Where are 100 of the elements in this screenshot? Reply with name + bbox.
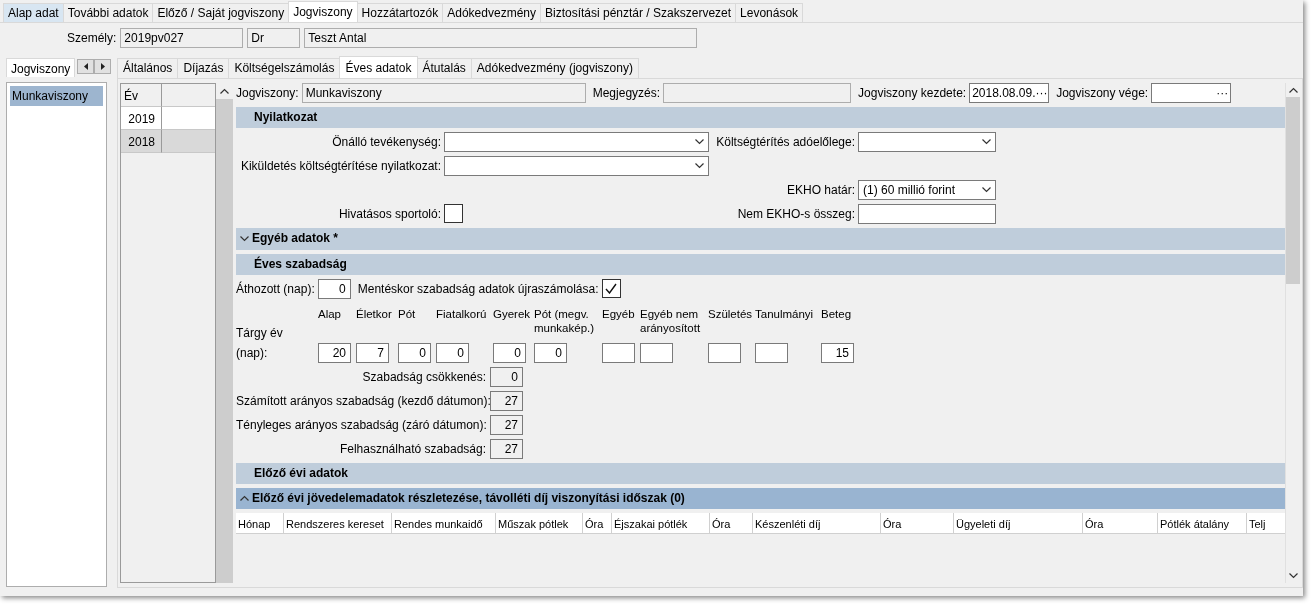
section-header[interactable]: Egyéb adatok * xyxy=(236,228,1285,250)
column-header: Egyéb nem arányosított xyxy=(640,306,702,336)
grid-row[interactable]: 2018 xyxy=(121,130,215,153)
column-header: Tanulmányi xyxy=(755,306,815,322)
grid-row[interactable]: 2019 xyxy=(121,107,215,130)
number-field[interactable]: 0 xyxy=(317,278,351,299)
number-field[interactable]: 0 xyxy=(493,342,526,363)
column-header: Éjszakai pótlék xyxy=(612,513,710,533)
text-field[interactable] xyxy=(858,204,996,224)
tab[interactable]: Adókedvezmény xyxy=(442,3,541,22)
triangle-left-icon xyxy=(83,63,88,70)
field-label: Jogviszony: xyxy=(236,85,299,102)
column-header: Óra xyxy=(583,513,612,533)
tab[interactable]: Éves adatok xyxy=(339,56,418,78)
column-header: Alap xyxy=(318,306,343,322)
chevron-down-icon xyxy=(240,235,249,242)
column-header: Óra xyxy=(1083,513,1158,533)
column-header: Év xyxy=(121,84,162,107)
name-field[interactable]: Teszt Antal xyxy=(304,27,698,48)
column-header: Pótlék átalány xyxy=(1158,513,1247,533)
column-header: Műszak pótlek xyxy=(496,513,583,533)
tab[interactable]: Általános xyxy=(117,58,179,78)
section-header: Éves szabadság xyxy=(236,253,1285,275)
section-header: Nyilatkozat xyxy=(236,107,1285,128)
number-field[interactable] xyxy=(602,342,635,363)
number-field[interactable] xyxy=(640,342,673,363)
column-header: Óra xyxy=(881,513,954,533)
triangle-right-icon xyxy=(100,63,105,70)
number-field[interactable]: 15 xyxy=(821,342,854,363)
scroll-left-button[interactable] xyxy=(77,59,95,74)
tab[interactable]: Alap adat xyxy=(3,3,64,22)
field-label: Tényleges arányos szabadság (záró dátumon): xyxy=(236,416,486,434)
field-label: Jogviszony vége: xyxy=(1056,85,1149,102)
column-header: Pót xyxy=(398,306,417,322)
text-field[interactable]: Munkaviszony xyxy=(301,83,586,103)
field-label: Hivatásos sportoló: xyxy=(337,206,441,223)
tab[interactable]: Jogviszony xyxy=(6,58,76,77)
checkbox[interactable] xyxy=(601,279,621,298)
field-label: Jogviszony kezdete: xyxy=(858,85,967,102)
field-label: Önálló tevékenység: xyxy=(331,134,441,151)
field-label: Szabadság csökkenés: xyxy=(361,368,486,386)
column-header: Hónap xyxy=(236,513,284,533)
number-field: 27 xyxy=(490,414,523,435)
chevron-down-icon xyxy=(695,163,704,169)
column-header: Pót (megv. munkakép.) xyxy=(534,306,596,336)
dropdown[interactable] xyxy=(444,132,709,152)
tab[interactable]: Levonások xyxy=(735,3,804,22)
chevron-up-icon xyxy=(240,495,249,502)
scrollbar-thumb[interactable] xyxy=(1286,97,1300,284)
section-header[interactable]: Előző évi jövedelemadatok részletezése, távolléti díj viszonyítási időszak (0) xyxy=(236,487,1285,509)
field-label: Áthozott (nap): xyxy=(236,280,315,298)
checkmark-icon xyxy=(605,283,617,294)
number-field[interactable] xyxy=(708,342,741,363)
column-header: Óra xyxy=(710,513,753,533)
title-field[interactable]: Dr xyxy=(247,27,301,48)
ellipsis-button[interactable]: ··· xyxy=(1035,85,1048,101)
number-field[interactable]: 0 xyxy=(398,342,431,363)
text-field[interactable] xyxy=(663,83,852,103)
date-field[interactable]: 2018.08.09.··· xyxy=(969,83,1050,103)
number-field[interactable]: 0 xyxy=(436,342,469,363)
tab[interactable]: Adókedvezmény (jogviszony) xyxy=(470,58,639,78)
chevron-up-icon xyxy=(220,88,229,94)
number-field: 27 xyxy=(490,390,523,411)
column-header: Fiatalkorú xyxy=(436,306,488,322)
column-header: Gyerek xyxy=(493,306,532,322)
number-field[interactable]: 0 xyxy=(534,342,567,363)
number-field: 27 xyxy=(490,438,523,459)
column-header: Rendszeres kereset xyxy=(284,513,392,533)
tab[interactable]: Költségelszámolás xyxy=(228,58,341,78)
dropdown-value: (1) 60 millió forint xyxy=(863,182,956,199)
number-field[interactable]: 20 xyxy=(318,342,351,363)
field-label: Megjegyzés: xyxy=(592,85,661,102)
field-label: Költségtérítés adóelőlege: xyxy=(715,134,855,151)
date-value: 2018.08.09. xyxy=(972,85,1036,101)
column-header: Rendes munkaidő xyxy=(392,513,496,533)
checkbox[interactable] xyxy=(444,204,463,223)
number-field[interactable] xyxy=(755,342,788,363)
column-header: Készenléti díj xyxy=(753,513,881,533)
table-cell: 2018 xyxy=(121,130,162,153)
dropdown[interactable]: (1) 60 millió forint xyxy=(858,180,996,200)
ellipsis-button[interactable]: ··· xyxy=(1216,85,1229,101)
tab[interactable]: Előző / Saját jogviszony xyxy=(152,3,290,22)
number-field[interactable]: 7 xyxy=(356,342,389,363)
tab[interactable]: Díjazás xyxy=(177,58,230,78)
code-field[interactable]: 2019pv027 xyxy=(120,27,244,48)
date-field[interactable]: ··· xyxy=(1151,83,1232,103)
chevron-up-icon xyxy=(1289,87,1298,93)
column-header: Beteg xyxy=(821,306,853,322)
dropdown[interactable] xyxy=(858,132,996,152)
field-label: Kiküldetés költségtérítése nyilatkozat: xyxy=(239,158,441,175)
tab[interactable]: Biztosítási pénztár / Szakszervezet xyxy=(540,3,737,22)
field-label: EKHO határ: xyxy=(785,182,855,199)
list-item[interactable]: Munkaviszony xyxy=(10,86,103,106)
dropdown[interactable] xyxy=(444,156,709,176)
scroll-right-button[interactable] xyxy=(94,59,112,74)
field-label: Személy: xyxy=(67,29,117,47)
field-label: Mentéskor szabadság adatok újraszámolása: xyxy=(357,280,599,298)
column-header: Egyéb xyxy=(602,306,636,322)
chevron-down-icon xyxy=(982,139,991,145)
tab[interactable]: Jogviszony xyxy=(288,1,358,22)
